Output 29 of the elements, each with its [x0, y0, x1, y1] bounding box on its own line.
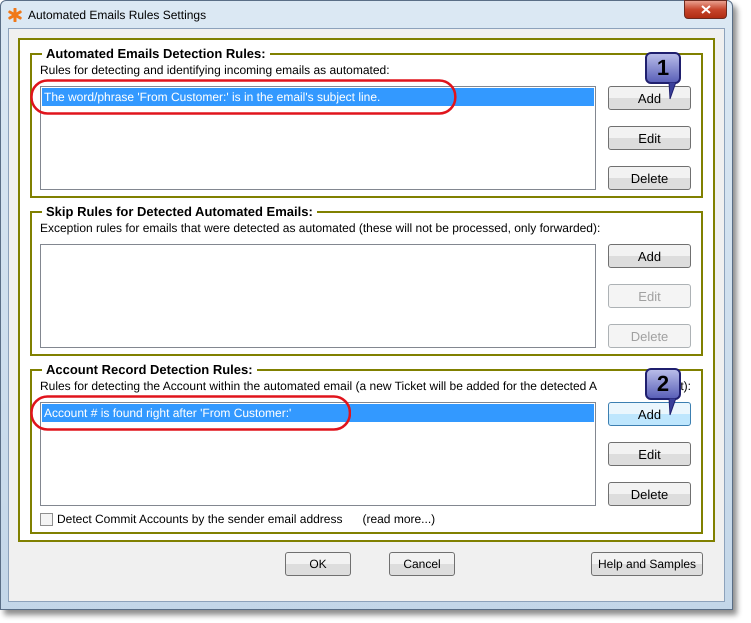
cancel-button[interactable]: Cancel	[389, 552, 455, 576]
ok-button[interactable]: OK	[285, 552, 351, 576]
edit-button[interactable]: Edit	[608, 126, 691, 150]
add-button[interactable]: Add	[608, 402, 691, 426]
rules-list[interactable]	[40, 244, 596, 348]
group-description: Rules for detecting and identifying incoming emails as automated:	[40, 63, 390, 77]
checkbox-label: Detect Commit Accounts by the sender email address	[57, 512, 342, 526]
group-title: Automated Emails Detection Rules:	[45, 46, 267, 61]
help-button[interactable]: Help and Samples	[591, 552, 704, 576]
step-callout: 1	[645, 52, 681, 84]
add-button[interactable]: Add	[608, 86, 691, 110]
group-title: Account Record Detection Rules:	[45, 362, 254, 377]
close-icon	[700, 5, 710, 14]
add-button[interactable]: Add	[608, 244, 691, 268]
callout-tail-icon	[667, 398, 677, 416]
group-description: Rules for detecting the Account within the automated email (a new Ticket will be added for the detected A	[40, 379, 597, 393]
edit-button[interactable]: Edit	[608, 442, 691, 466]
callout-tail-icon	[667, 82, 677, 100]
delete-button[interactable]: Delete	[608, 482, 691, 506]
group-description: Exception rules for emails that were detected as automated (these will not be processed, only forwarded):	[40, 221, 600, 235]
group-description: t):	[680, 379, 691, 393]
close-button[interactable]	[684, 0, 727, 19]
delete-button[interactable]: Delete	[608, 166, 691, 190]
group-title: Skip Rules for Detected Automated Emails:	[45, 204, 314, 219]
step-callout: 2	[645, 368, 681, 400]
checkbox[interactable]	[40, 512, 53, 526]
asterisk-icon	[8, 8, 22, 22]
read-more-link[interactable]: (read more...)	[362, 512, 436, 526]
window-title: Automated Emails Rules Settings	[28, 8, 206, 22]
